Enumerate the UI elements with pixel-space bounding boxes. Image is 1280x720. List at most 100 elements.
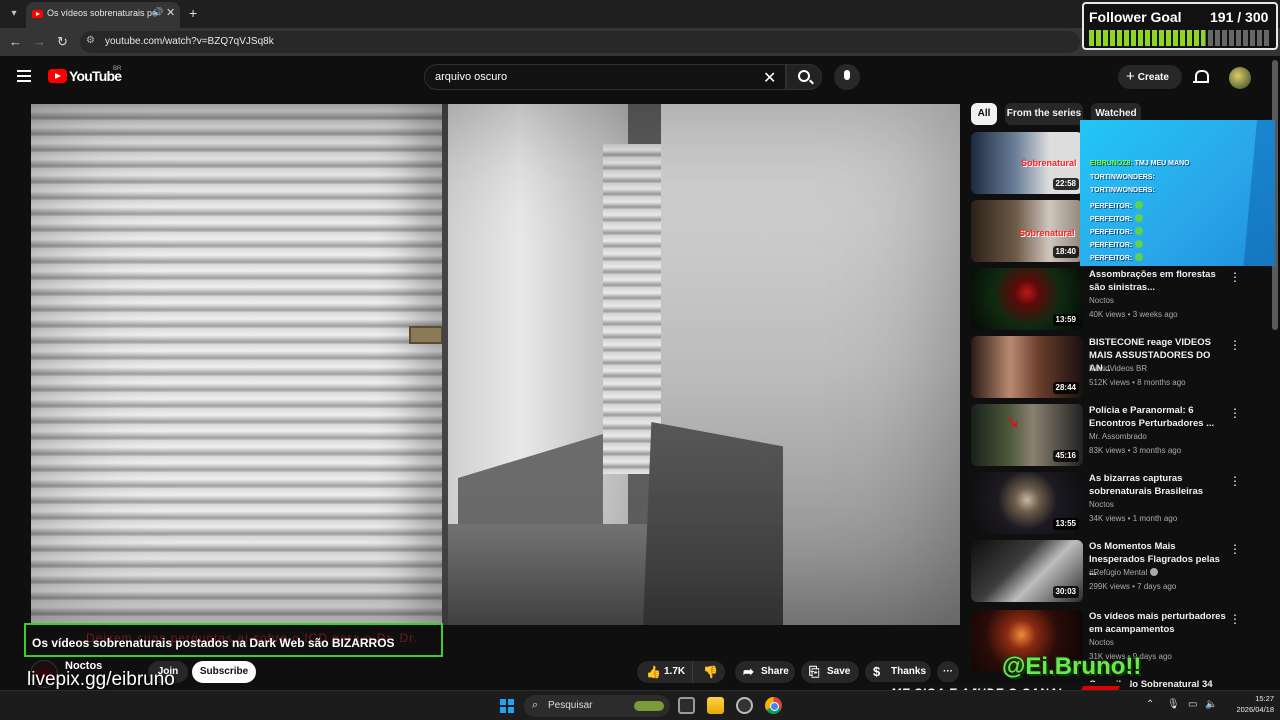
- search-input[interactable]: arquivo oscuro ✕: [424, 64, 786, 90]
- url-text: youtube.com/watch?v=BZQ7qVJSq8k: [105, 36, 274, 47]
- tray-mic-icon[interactable]: 🎙: [1167, 699, 1180, 710]
- obs-icon[interactable]: [736, 697, 753, 714]
- chip-from-series[interactable]: From the series: [1005, 103, 1083, 125]
- reload-icon[interactable]: ↻: [57, 34, 68, 50]
- tab-close-icon[interactable]: ✕: [166, 6, 175, 19]
- verified-badge-icon: [1149, 568, 1158, 576]
- chat-line: PERFEITOR:: [1090, 201, 1144, 210]
- super-thanks-icon: $: [873, 664, 881, 679]
- forward-icon[interactable]: →: [33, 34, 46, 49]
- more-options-icon[interactable]: ⋮: [1229, 270, 1241, 284]
- recommendation-channel[interactable]: Mr. Assombrado: [1089, 432, 1147, 441]
- tab-title: Os vídeos sobrenaturais po: [47, 8, 158, 18]
- new-tab-icon[interactable]: +: [189, 5, 197, 21]
- like-button[interactable]: 👍 1.7K: [637, 661, 693, 683]
- emoji-icon: [1135, 201, 1144, 209]
- voice-search-button[interactable]: [834, 64, 860, 90]
- task-view-icon[interactable]: [678, 697, 695, 714]
- recommendation-meta: 299K views • 7 days ago: [1089, 582, 1177, 591]
- account-avatar[interactable]: [1229, 67, 1251, 89]
- recommendation-channel[interactable]: Noctos: [1089, 638, 1114, 647]
- taskbar-search[interactable]: ⌕ Pesquisar: [524, 695, 670, 717]
- red-arrow-icon: ➘: [1005, 412, 1021, 432]
- video-frame-latch: [409, 326, 443, 344]
- windows-start-icon[interactable]: [500, 699, 514, 713]
- duration-badge: 13:59: [1052, 314, 1079, 326]
- chat-line: PERFEITOR:: [1090, 253, 1144, 262]
- follower-goal-bar: [1089, 30, 1271, 46]
- create-button[interactable]: + Create: [1118, 65, 1182, 89]
- tray-network-icon[interactable]: ▭: [1188, 699, 1197, 710]
- recommendation-thumbnail[interactable]: Sobrenatural 18:40: [971, 200, 1083, 262]
- livepix-overlay-text: livepix.gg/eibruno: [27, 669, 175, 690]
- recommendation-thumbnail[interactable]: 13:55: [971, 472, 1083, 534]
- save-button[interactable]: ⎘ Save: [801, 661, 859, 683]
- notifications-bell-icon[interactable]: [1193, 69, 1209, 85]
- video-player[interactable]: [31, 104, 960, 625]
- duration-badge: 13:55: [1052, 518, 1079, 530]
- recommendation-meta: 40K views • 3 weeks ago: [1089, 310, 1178, 319]
- more-options-icon[interactable]: ⋮: [1229, 406, 1241, 420]
- thumbs-up-icon: 👍: [646, 665, 661, 679]
- recommendation-meta: 83K views • 3 months ago: [1089, 446, 1182, 455]
- thanks-label: Thanks: [891, 666, 927, 677]
- thanks-button[interactable]: $ Thanks: [865, 661, 931, 683]
- recommendation-channel[interactable]: Noctos: [1089, 296, 1114, 305]
- recommendation-channel[interactable]: Noctos: [1089, 500, 1114, 509]
- tab-search-icon[interactable]: ▾: [6, 6, 22, 22]
- emoji-icon: [1135, 253, 1144, 261]
- recommendation-thumbnail[interactable]: Sobrenatural 22:58: [971, 132, 1083, 194]
- recommendation-channel[interactable]: DavidVideos BR: [1089, 364, 1147, 373]
- url-field[interactable]: ⚙ youtube.com/watch?v=BZQ7qVJSq8k: [80, 31, 1080, 53]
- save-label: Save: [827, 666, 851, 677]
- chip-all[interactable]: All: [971, 103, 997, 125]
- more-actions-button[interactable]: ···: [937, 661, 959, 683]
- recommendation-meta: 512K views • 8 months ago: [1089, 378, 1186, 387]
- more-options-icon[interactable]: ⋮: [1229, 612, 1241, 626]
- video-frame-shutter: [31, 104, 444, 625]
- recommendation-thumbnail[interactable]: 30:03: [971, 540, 1083, 602]
- recommendation-channel[interactable]: #Refúgio Mental: [1089, 568, 1158, 577]
- recommendation-item[interactable]: 13:55 As bizarras capturas sobrenaturais…: [971, 472, 1271, 536]
- browser-tab-active[interactable]: Os vídeos sobrenaturais po 🔊 ✕: [26, 2, 180, 28]
- chat-line: TORTINWONDERS:: [1090, 187, 1155, 194]
- more-options-icon[interactable]: ⋮: [1229, 338, 1241, 352]
- thumbs-down-icon[interactable]: 👎: [703, 666, 718, 678]
- site-info-icon[interactable]: ⚙: [86, 35, 95, 46]
- recommendation-item[interactable]: ➘ 45:16 Polícia e Paranormal: 6 Encontro…: [971, 404, 1271, 468]
- menu-icon[interactable]: [17, 70, 31, 82]
- recommendation-title[interactable]: Assombrações em florestas são sinistras.…: [1089, 268, 1229, 294]
- like-dislike-group: 👍 1.7K 👎: [637, 661, 725, 683]
- recommendation-thumbnail[interactable]: ➘ 45:16: [971, 404, 1083, 466]
- recommendation-title[interactable]: As bizarras capturas sobrenaturais Brasi…: [1089, 472, 1229, 498]
- subscribe-button[interactable]: Subscribe: [192, 661, 256, 683]
- taskbar-search-label: Pesquisar: [548, 700, 593, 711]
- recommendation-item[interactable]: 28:44 BISTECONE reage VIDEOS MAIS ASSUST…: [971, 336, 1271, 400]
- clock-date[interactable]: 2026/04/18: [1222, 705, 1274, 714]
- search-button[interactable]: [786, 64, 822, 90]
- file-explorer-icon[interactable]: [707, 697, 724, 714]
- youtube-logo-icon[interactable]: [48, 69, 67, 83]
- recommendation-item[interactable]: 30:03 Os Momentos Mais Inesperados Flagr…: [971, 540, 1271, 604]
- search-icon: [798, 70, 810, 82]
- recommendation-thumbnail[interactable]: 13:59: [971, 268, 1083, 330]
- speaker-icon[interactable]: 🔊: [152, 7, 163, 18]
- back-icon[interactable]: ←: [9, 34, 22, 49]
- tray-chevron-icon[interactable]: ⌃: [1146, 699, 1154, 710]
- recommendation-title[interactable]: Os vídeos mais perturbadores em acampame…: [1089, 610, 1229, 636]
- recommendation-title[interactable]: Polícia e Paranormal: 6 Encontros Pertur…: [1089, 404, 1229, 430]
- recommendation-item[interactable]: 13:59 Assombrações em florestas são sini…: [971, 268, 1271, 332]
- duration-badge: 28:44: [1052, 382, 1079, 394]
- emoji-icon: [1135, 227, 1144, 235]
- plus-icon: +: [1126, 68, 1135, 85]
- follower-goal-fill: [1089, 30, 1205, 46]
- more-options-icon[interactable]: ⋮: [1229, 474, 1241, 488]
- more-options-icon[interactable]: ⋮: [1229, 542, 1241, 556]
- share-button[interactable]: ➦ Share: [735, 661, 795, 683]
- clear-search-icon[interactable]: ✕: [763, 68, 776, 88]
- chrome-icon[interactable]: [765, 697, 782, 714]
- clock-time[interactable]: 15:27: [1240, 694, 1274, 703]
- emoji-icon: [1135, 214, 1144, 222]
- recommendation-thumbnail[interactable]: 28:44: [971, 336, 1083, 398]
- tray-volume-icon[interactable]: 🔈: [1205, 699, 1217, 710]
